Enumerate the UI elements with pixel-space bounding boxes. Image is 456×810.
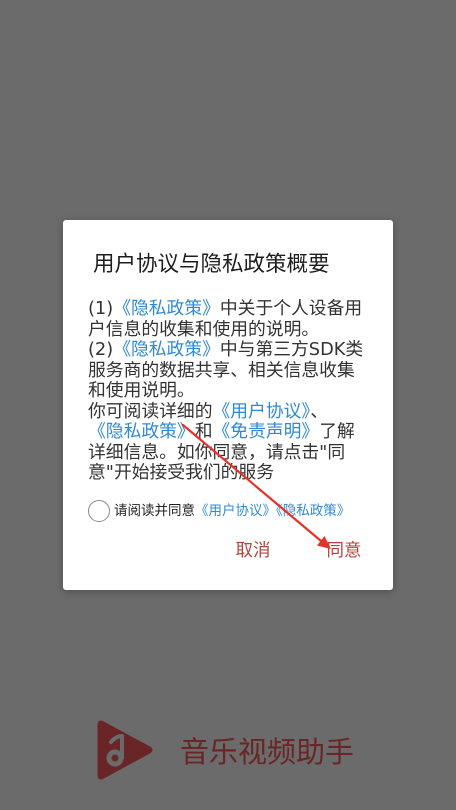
body-line: 意"开始接受我们的服务 <box>88 462 378 484</box>
consent-row: 请阅读并同意《用户协议》《隐私政策》 <box>88 500 383 522</box>
dialog-body: (1)《隐私政策》中关于个人设备用 户信息的收集和使用的说明。 (2)《隐私政策… <box>88 298 378 484</box>
body-line: 和使用说明。 <box>88 380 378 402</box>
body-line: 你可阅读详细的《用户协议》、 <box>88 400 378 423</box>
body-text: 、 <box>310 400 329 422</box>
body-text: 详细信息。如你同意，请点击"同 <box>88 441 346 463</box>
consent-privacy-policy-link[interactable]: 《隐私政策》 <box>276 503 350 519</box>
privacy-policy-link[interactable]: 《隐私政策》 <box>88 421 195 442</box>
body-line: 详细信息。如你同意，请点击"同 <box>88 441 378 464</box>
body-line: 《隐私政策》和《免责声明》了解 <box>88 421 378 443</box>
agree-button[interactable]: 同意 <box>314 533 374 569</box>
body-text: 中关于个人设备用 <box>219 298 363 319</box>
body-line: 户信息的收集和使用的说明。 <box>88 318 378 341</box>
body-text: 中与第三方SDK类 <box>219 339 364 360</box>
privacy-policy-link[interactable]: 《隐私政策》 <box>113 298 220 319</box>
body-text: 意"开始接受我们的服务 <box>88 462 274 483</box>
body-line: (2)《隐私政策》中与第三方SDK类 <box>88 339 378 361</box>
user-agreement-link[interactable]: 《用户协议》 <box>212 401 310 422</box>
cancel-button[interactable]: 取消 <box>223 533 283 569</box>
dimmed-background: 用户协议与隐私政策概要 (1)《隐私政策》中关于个人设备用 户信息的收集和使用的… <box>0 0 456 810</box>
body-text: 和使用说明。 <box>88 380 195 401</box>
disclaimer-link[interactable]: 《免责声明》 <box>213 421 320 442</box>
body-text: 和 <box>194 421 213 442</box>
app-name: 音乐视频助手 <box>180 735 355 769</box>
consent-user-agreement-link[interactable]: 《用户协议》 <box>195 503 276 519</box>
consent-checkbox[interactable] <box>88 500 110 522</box>
music-play-logo-icon <box>97 720 153 780</box>
body-text: (1) <box>88 298 114 319</box>
consent-text: 请阅读并同意《用户协议》《隐私政策》 <box>114 500 350 522</box>
body-line: 服务商的数据共享、相关信息收集 <box>88 359 378 382</box>
privacy-policy-link[interactable]: 《隐私政策》 <box>113 339 220 360</box>
dialog-title: 用户协议与隐私政策概要 <box>93 252 330 277</box>
body-line: (1)《隐私政策》中关于个人设备用 <box>88 298 378 320</box>
consent-label: 请阅读并同意 <box>114 503 195 519</box>
body-text: 户信息的收集和使用的说明。 <box>88 318 320 340</box>
privacy-dialog: 用户协议与隐私政策概要 (1)《隐私政策》中关于个人设备用 户信息的收集和使用的… <box>63 220 393 590</box>
body-text: (2) <box>88 339 114 360</box>
body-text: 你可阅读详细的 <box>88 400 213 422</box>
body-text: 了解 <box>319 421 355 442</box>
body-text: 服务商的数据共享、相关信息收集 <box>88 359 355 381</box>
